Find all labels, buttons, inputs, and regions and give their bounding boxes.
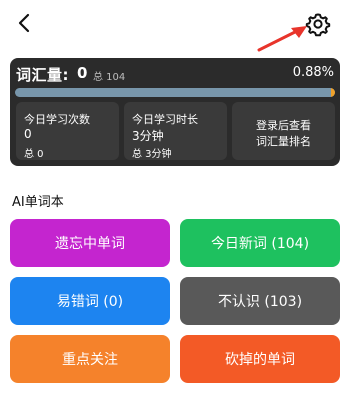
tile-value: 3分钟 — [132, 129, 164, 143]
button-label: 今日新词 (104) — [210, 236, 310, 252]
unknown-words-button[interactable]: 不认识 (103) — [180, 277, 340, 325]
tile-total: 总 3分钟 — [132, 149, 172, 160]
login-prompt-line2: 词汇量排名 — [256, 135, 311, 148]
removed-words-button[interactable]: 砍掉的单词 — [180, 335, 340, 383]
tile-title: 今日学习时长 — [132, 113, 198, 126]
button-label: 砍掉的单词 — [225, 352, 295, 368]
today-new-words-button[interactable]: 今日新词 (104) — [180, 219, 340, 267]
login-prompt-line1: 登录后查看 — [256, 119, 311, 132]
vocab-total: 总 104 — [93, 72, 126, 83]
error-prone-words-button[interactable]: 易错词 (0) — [10, 277, 170, 325]
today-study-count-tile: 今日学习次数 0 总 0 — [16, 102, 119, 160]
tile-title: 今日学习次数 — [24, 113, 90, 126]
today-study-time-tile: 今日学习时长 3分钟 总 3分钟 — [124, 102, 227, 160]
tile-value: 0 — [24, 127, 32, 141]
button-label: 易错词 (0) — [56, 294, 124, 310]
stats-card: 词汇量: 0 总 104 0.88% 今日学习次数 0 总 0 今日学习时长 3… — [10, 58, 340, 166]
vocab-label: 词汇量: — [16, 66, 69, 84]
key-focus-button[interactable]: 重点关注 — [10, 335, 170, 383]
vocab-percent: 0.88% — [292, 65, 334, 80]
vocab-count: 0 — [77, 64, 88, 82]
section-title: AI单词本 — [12, 195, 64, 210]
button-label: 不认识 (103) — [217, 294, 303, 310]
vocab-progress-bar — [15, 88, 335, 97]
button-label: 遗忘中单词 — [55, 236, 125, 252]
back-icon[interactable] — [14, 12, 36, 34]
tile-total: 总 0 — [24, 149, 44, 160]
login-ranking-tile[interactable]: 登录后查看 词汇量排名 — [232, 102, 335, 160]
button-label: 重点关注 — [62, 352, 118, 368]
gear-icon[interactable] — [305, 11, 331, 37]
vocab-progress-fill — [331, 88, 335, 97]
forgetting-words-button[interactable]: 遗忘中单词 — [10, 219, 170, 267]
